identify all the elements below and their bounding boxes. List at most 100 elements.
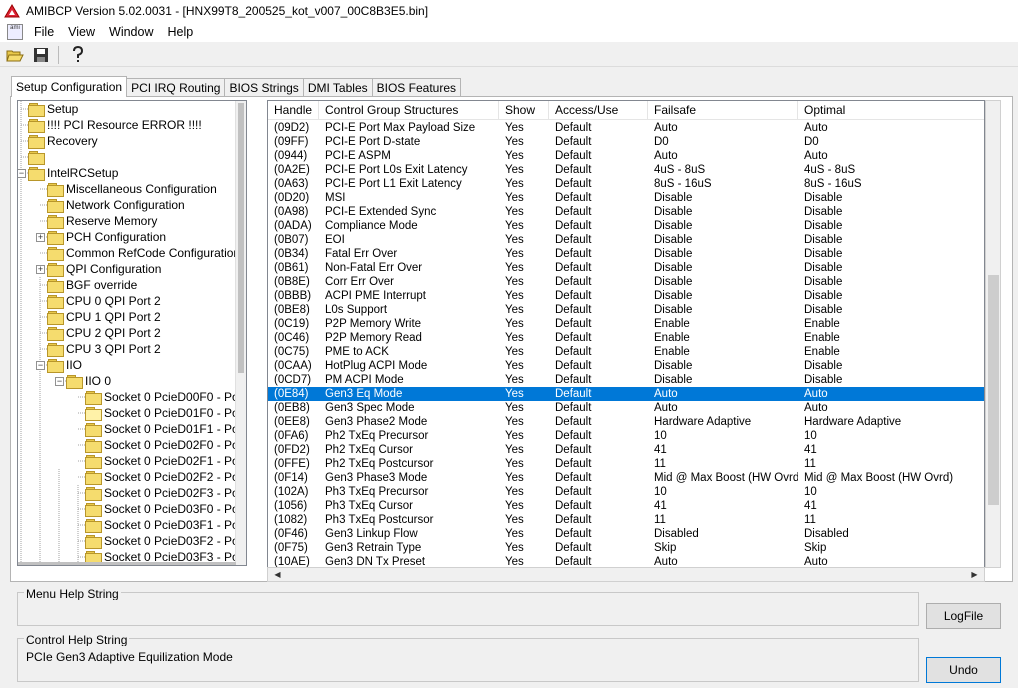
tree-item[interactable]: IIO <box>47 357 82 373</box>
table-row[interactable]: (09D2) PCI-E Port Max Payload Size Yes Defa… <box>268 121 984 135</box>
tree-item[interactable]: CPU 1 QPI Port 2 <box>47 309 161 325</box>
table-cell[interactable]: Enable <box>648 331 798 345</box>
table-cell[interactable]: Disabled <box>798 527 984 541</box>
table-cell[interactable]: Yes <box>499 429 549 443</box>
table-row[interactable]: (0B34) Fatal Err Over Yes Default Disable Dis… <box>268 247 984 261</box>
table-row[interactable]: (0FA6) Ph2 TxEq Precursor Yes Default 10 10 <box>268 429 984 443</box>
table-cell[interactable]: Default <box>549 541 648 555</box>
table-cell[interactable]: Disabled <box>648 527 798 541</box>
table-cell[interactable]: Default <box>549 471 648 485</box>
table-cell[interactable]: Default <box>549 303 648 317</box>
table-cell[interactable]: Yes <box>499 303 549 317</box>
table-cell[interactable]: Yes <box>499 247 549 261</box>
table-cell[interactable]: D0 <box>648 135 798 149</box>
table-row[interactable]: (0A63) PCI-E Port L1 Exit Latency Yes Defau… <box>268 177 984 191</box>
table-cell[interactable]: Yes <box>499 331 549 345</box>
table-cell[interactable]: Yes <box>499 135 549 149</box>
table-row[interactable]: (0C19) P2P Memory Write Yes Default Enable En… <box>268 317 984 331</box>
tab-dmi-tables[interactable]: DMI Tables <box>302 78 373 97</box>
table-cell[interactable]: Yes <box>499 471 549 485</box>
table-cell[interactable]: Auto <box>648 555 798 567</box>
table-row[interactable]: (1056) Ph3 TxEq Cursor Yes Default 41 41 <box>268 499 984 513</box>
table-cell[interactable]: Disable <box>798 219 984 233</box>
table-cell[interactable]: Yes <box>499 527 549 541</box>
table-cell[interactable]: Enable <box>798 317 984 331</box>
tree-item[interactable]: Socket 0 PcieD02F0 - Port 2A <box>85 437 236 453</box>
table-cell[interactable]: Default <box>549 191 648 205</box>
tree-item[interactable]: BGF override <box>47 277 137 293</box>
table-cell[interactable]: Auto <box>648 401 798 415</box>
table-row[interactable]: (0B07) EOI Yes Default Disable Disable <box>268 233 984 247</box>
scroll-right-arrow-icon[interactable]: ▶ <box>967 568 982 581</box>
table-cell[interactable]: Disable <box>798 373 984 387</box>
table-cell[interactable]: Disable <box>798 289 984 303</box>
table-row[interactable]: (0CAA) HotPlug ACPI Mode Yes Default Disable… <box>268 359 984 373</box>
table-cell[interactable]: 10 <box>648 485 798 499</box>
table-row[interactable]: (0E84) Gen3 Eq Mode Yes Default Auto Auto <box>268 387 984 401</box>
table-cell[interactable]: Auto <box>798 149 984 163</box>
expand-icon[interactable]: + <box>36 265 45 274</box>
grid-scroll-thumb[interactable] <box>988 275 999 505</box>
table-cell[interactable]: Auto <box>798 555 984 567</box>
collapse-icon[interactable]: − <box>36 361 45 370</box>
table-cell[interactable]: 10 <box>798 429 984 443</box>
tree-item[interactable]: Socket 0 PcieD00F0 - Port 0 <box>85 389 236 405</box>
table-cell[interactable]: 11 <box>648 513 798 527</box>
table-row[interactable]: (0F14) Gen3 Phase3 Mode Yes Default Mid @ Ma… <box>268 471 984 485</box>
table-cell[interactable]: Yes <box>499 555 549 567</box>
table-row[interactable]: (102A) Ph3 TxEq Precursor Yes Default 10 10 <box>268 485 984 499</box>
table-cell[interactable]: Default <box>549 513 648 527</box>
table-row[interactable]: (0EE8) Gen3 Phase2 Mode Yes Default Hardware… <box>268 415 984 429</box>
table-cell[interactable]: Default <box>549 555 648 567</box>
table-cell[interactable]: Yes <box>499 541 549 555</box>
table-cell[interactable]: Disable <box>648 261 798 275</box>
table-row[interactable]: (0FFE) Ph2 TxEq Postcursor Yes Default 11 11 <box>268 457 984 471</box>
grid-vertical-scrollbar[interactable] <box>985 100 1001 568</box>
table-cell[interactable]: Yes <box>499 275 549 289</box>
table-cell[interactable]: Auto <box>798 121 984 135</box>
open-button[interactable] <box>4 45 26 65</box>
tree-item[interactable]: Network Configuration <box>47 197 185 213</box>
table-cell[interactable]: Disable <box>648 303 798 317</box>
table-cell[interactable]: Disable <box>648 289 798 303</box>
tab-setup-configuration[interactable]: Setup Configuration <box>11 76 128 97</box>
table-cell[interactable]: 11 <box>798 457 984 471</box>
table-cell[interactable]: Hardware Adaptive <box>798 415 984 429</box>
table-cell[interactable]: Default <box>549 219 648 233</box>
tree-vertical-scrollbar[interactable] <box>235 101 246 565</box>
table-cell[interactable]: Yes <box>499 485 549 499</box>
table-cell[interactable]: Disable <box>648 247 798 261</box>
tree-item[interactable]: Miscellaneous Configuration <box>47 181 217 197</box>
table-cell[interactable]: Disable <box>648 233 798 247</box>
table-row[interactable]: (0A2E) PCI-E Port L0s Exit Latency Yes Defa… <box>268 163 984 177</box>
table-cell[interactable]: Default <box>549 331 648 345</box>
undo-button[interactable]: Undo <box>926 657 1001 683</box>
control-grid[interactable]: Handle Control Group Structures Show Access… <box>267 100 985 568</box>
table-cell[interactable]: 41 <box>648 443 798 457</box>
table-row[interactable]: (0C75) PME to ACK Yes Default Enable Enable <box>268 345 984 359</box>
table-cell[interactable]: 4uS - 8uS <box>798 163 984 177</box>
tree-item[interactable]: QPI Configuration <box>47 261 161 277</box>
menu-file[interactable]: File <box>27 25 61 39</box>
tree-item[interactable]: CPU 2 QPI Port 2 <box>47 325 161 341</box>
tree-item[interactable]: Socket 0 PcieD01F0 - Port 1A <box>85 405 236 421</box>
table-row[interactable]: (0B8E) Corr Err Over Yes Default Disable Disa… <box>268 275 984 289</box>
table-cell[interactable]: Default <box>549 373 648 387</box>
table-row[interactable]: (0ADA) Compliance Mode Yes Default Disable Di… <box>268 219 984 233</box>
table-cell[interactable]: Default <box>549 401 648 415</box>
table-cell[interactable]: Default <box>549 345 648 359</box>
table-cell[interactable]: 41 <box>648 499 798 513</box>
tree-item[interactable]: Socket 0 PcieD02F2 - Port 2C <box>85 469 236 485</box>
table-cell[interactable]: Disable <box>648 205 798 219</box>
table-cell[interactable]: 10 <box>648 429 798 443</box>
tree-item[interactable]: Setup <box>28 101 78 117</box>
tree-item[interactable]: IIO 0 <box>66 373 111 389</box>
column-header[interactable]: Control Group Structures <box>319 101 499 120</box>
table-cell[interactable]: Disable <box>798 247 984 261</box>
table-cell[interactable]: Disable <box>648 359 798 373</box>
table-cell[interactable]: Enable <box>648 317 798 331</box>
column-header[interactable]: Handle <box>268 101 319 120</box>
collapse-icon[interactable]: − <box>55 377 64 386</box>
table-cell[interactable]: Yes <box>499 121 549 135</box>
table-row[interactable]: (10AE) Gen3 DN Tx Preset Yes Default Auto Aut… <box>268 555 984 567</box>
